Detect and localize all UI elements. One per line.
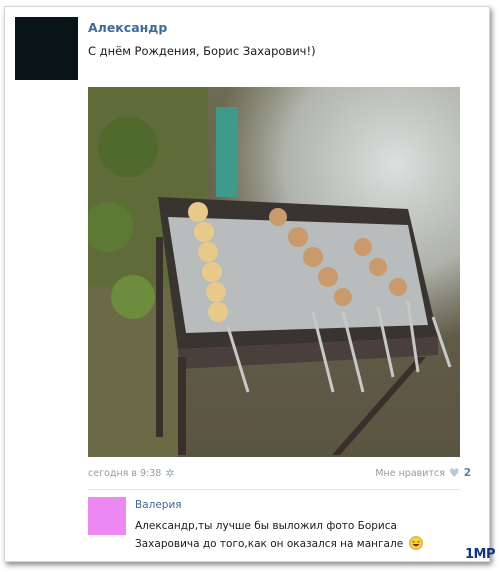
laughing-smiley-icon [408, 536, 423, 550]
heart-icon: ♥ [448, 466, 460, 480]
like-label: Мне нравится [375, 467, 445, 479]
comment-avatar[interactable] [88, 497, 126, 535]
author-avatar[interactable] [15, 17, 78, 80]
like-count: 2 [463, 467, 471, 479]
site-watermark: 1MP [465, 547, 496, 562]
post-text: С днём Рождения, Борис Захарович!) [88, 44, 316, 58]
comment-text: Александр,ты лучше бы выложил фото Борис… [135, 517, 455, 553]
post-photo[interactable] [88, 87, 460, 457]
post-author-name[interactable]: Александр [88, 20, 167, 35]
post-card: Александр С днём Рождения, Борис Захаров… [4, 6, 490, 562]
grill-photo-image [88, 87, 460, 457]
comment-author-name[interactable]: Валерия [135, 499, 182, 511]
gear-icon[interactable]: ✲ [165, 468, 174, 479]
like-button[interactable]: Мне нравится ♥ 2 [375, 467, 471, 479]
post-timestamp[interactable]: сегодня в 9:38 ✲ [88, 468, 175, 479]
comment-divider [88, 489, 460, 490]
